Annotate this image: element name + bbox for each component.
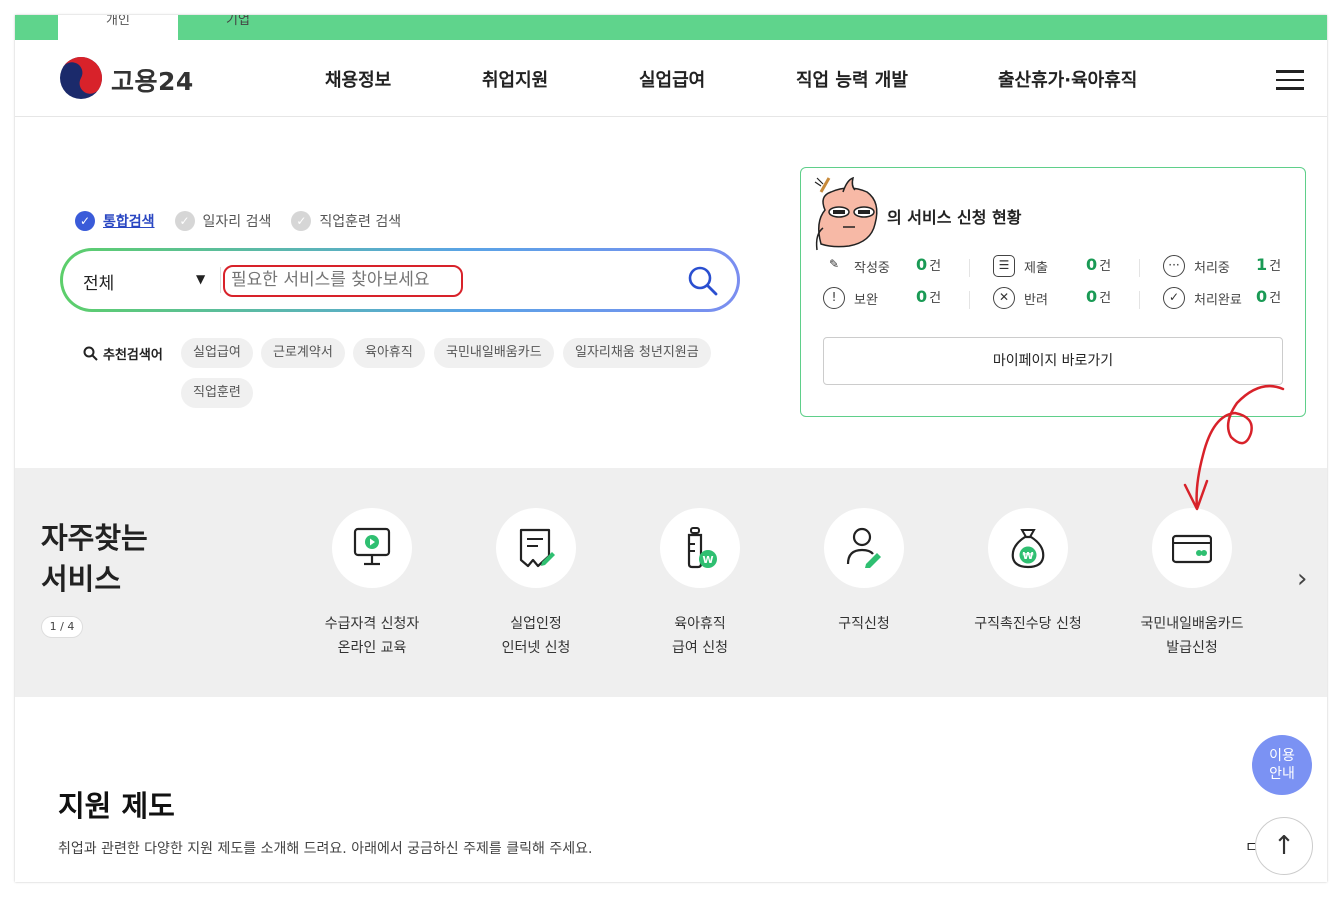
chip-recommend[interactable]: 육아휴직 <box>353 338 425 368</box>
status-item[interactable]: ✎ 작성중 <box>823 255 890 277</box>
divider <box>220 267 221 293</box>
divider <box>969 259 970 277</box>
search-icon[interactable] <box>687 265 719 297</box>
divider <box>1139 259 1140 277</box>
status-item[interactable]: ☰ 제출 <box>993 255 1048 277</box>
mypage-button[interactable]: 마이페이지 바로가기 <box>823 337 1283 385</box>
nav-unemployment-benefit[interactable]: 실업급여 <box>639 66 705 92</box>
usage-guide-button[interactable]: 이용 안내 <box>1252 735 1312 795</box>
person-pen-icon <box>846 527 881 568</box>
card-icon <box>1172 534 1212 564</box>
checklist-icon: ☰ <box>993 255 1015 277</box>
tab-personal[interactable]: 개인 <box>58 15 178 40</box>
status-row: ! 보완 0건 ✕ 반려 0건 ✓ 처리완료 0건 <box>823 287 1293 313</box>
baby-bottle-won-icon: W <box>687 527 717 569</box>
check-icon: ✓ <box>291 211 312 231</box>
service-status-panel: 의 서비스 신청 현황 ✎ 작성중 0건 ☰ 제출 0건 ··· 처리중 1건 … <box>800 167 1306 417</box>
nav-job-info[interactable]: 채용정보 <box>325 66 391 92</box>
taeguk-logo-icon[interactable] <box>59 56 103 100</box>
status-item[interactable]: ··· 처리중 <box>1163 255 1230 277</box>
tab-integrated-search[interactable]: ✓ 통합검색 <box>75 211 155 231</box>
chevron-right-icon[interactable]: › <box>1297 564 1307 594</box>
exclamation-icon: ! <box>823 287 845 309</box>
check-icon: ✓ <box>75 211 95 231</box>
search-scope-select[interactable]: 전체 <box>83 269 114 294</box>
page: 개인 기업 고용24 채용정보 취업지원 실업급여 직업 능력 개발 출산휴가·… <box>0 0 1342 897</box>
status-item[interactable]: ✓ 처리완료 <box>1163 287 1242 309</box>
nav-job-training[interactable]: 직업 능력 개발 <box>796 66 908 92</box>
fav-service-item[interactable]: 구직신청 <box>782 508 946 636</box>
chip-recommend[interactable]: 일자리채움 청년지원금 <box>563 338 711 368</box>
chip-recommend[interactable]: 근로계약서 <box>261 338 345 368</box>
x-circle-icon: ✕ <box>993 287 1015 309</box>
favorite-services-section: 자주찾는 서비스 1 / 4 수급자격 신청자 온라인 교육 실업인정 인터넷 … <box>15 468 1327 697</box>
carousel-pager: 1 / 4 <box>41 616 83 638</box>
status-title: 의 서비스 신청 현황 <box>887 208 1022 227</box>
site-header: 고용24 채용정보 취업지원 실업급여 직업 능력 개발 출산휴가·육아휴직 <box>15 40 1327 117</box>
check-circle-icon: ✓ <box>1163 287 1185 309</box>
chip-recommend[interactable]: 실업급여 <box>181 338 253 368</box>
fav-service-item[interactable]: 수급자격 신청자 온라인 교육 <box>290 508 454 660</box>
fav-service-item[interactable]: 국민내일배움카드 발급신청 <box>1110 508 1274 660</box>
nav-employment-support[interactable]: 취업지원 <box>482 66 548 92</box>
ellipsis-icon: ··· <box>1163 255 1185 277</box>
search-small-icon <box>83 346 98 361</box>
tab-job-search[interactable]: ✓ 일자리 검색 <box>174 211 271 231</box>
chip-recommend[interactable]: 국민내일배움카드 <box>434 338 554 368</box>
fav-service-item[interactable]: W 육아휴직 급여 신청 <box>618 508 782 660</box>
check-icon: ✓ <box>174 211 195 231</box>
recommend-label: 추천검색어 <box>83 344 163 363</box>
hamburger-icon[interactable] <box>1276 70 1304 90</box>
tab-training-search[interactable]: ✓ 직업훈련 검색 <box>291 211 401 231</box>
status-item[interactable]: ✕ 반려 <box>993 287 1048 309</box>
svg-text:₩: ₩ <box>1022 551 1033 562</box>
logo-text[interactable]: 고용24 <box>111 62 194 98</box>
support-description: 취업과 관련한 다양한 지원 제도를 소개해 드려요. 아래에서 궁금하신 주제… <box>58 841 593 857</box>
nav-parental-leave[interactable]: 출산휴가·육아휴직 <box>998 66 1137 92</box>
status-row: ✎ 작성중 0건 ☰ 제출 0건 ··· 처리중 1건 <box>823 255 1293 281</box>
support-title: 지원 제도 <box>58 789 175 823</box>
search-type-tabs: ✓ 통합검색 ✓ 일자리 검색 ✓ 직업훈련 검색 <box>75 211 421 231</box>
annotation-circle <box>223 265 463 297</box>
caret-down-icon[interactable]: ▼ <box>196 272 205 286</box>
chip-recommend[interactable]: 직업훈련 <box>181 378 253 408</box>
tab-business[interactable]: 기업 <box>178 15 298 40</box>
character-avatar <box>814 176 878 251</box>
scroll-top-button[interactable]: ↑ <box>1255 817 1313 875</box>
svg-text:W: W <box>702 555 713 566</box>
monitor-play-icon <box>353 527 391 566</box>
fav-service-item[interactable]: ₩ 구직촉진수당 신청 <box>946 508 1110 636</box>
divider <box>969 291 970 309</box>
top-strip: 개인 기업 <box>15 15 1327 40</box>
favorites-title: 자주찾는 서비스 <box>41 521 148 596</box>
money-bag-icon: ₩ <box>1011 529 1045 569</box>
fav-service-item[interactable]: 실업인정 인터넷 신청 <box>454 508 618 660</box>
status-item[interactable]: ! 보완 <box>823 287 878 309</box>
document-pen-icon <box>519 528 555 568</box>
browser-viewport: 개인 기업 고용24 채용정보 취업지원 실업급여 직업 능력 개발 출산휴가·… <box>15 15 1327 882</box>
divider <box>1139 291 1140 309</box>
pencil-icon: ✎ <box>828 257 840 271</box>
